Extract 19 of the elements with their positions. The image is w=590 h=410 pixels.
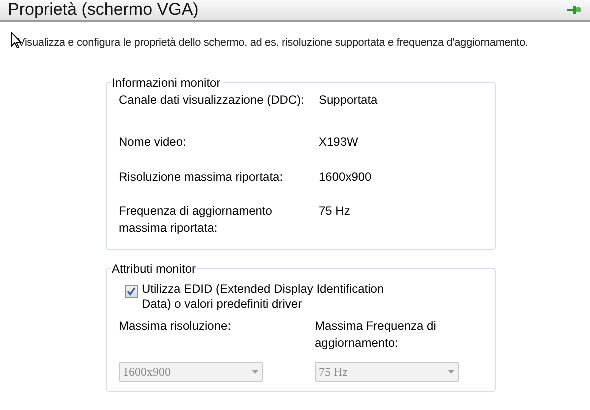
field-value: X193W (319, 134, 358, 150)
pin-icon[interactable] (566, 4, 582, 16)
caret-icon (252, 370, 259, 374)
field-label: Frequenza di aggiornamento massima riportata: (119, 202, 274, 236)
caret-icon (448, 370, 455, 374)
checkbox[interactable] (125, 284, 138, 298)
field-label: Risoluzione massima riportata: (119, 168, 284, 186)
field-value: 75 Hz (319, 202, 350, 220)
field-label: Canale dati visualizzazione (DDC): (119, 92, 306, 108)
group-title: Informazioni monitor (111, 74, 222, 92)
description-text: Visualizza e configura le proprietà dello schermo, ad es. risoluzione supportata e frequenza d'aggiornamento. (18, 36, 530, 51)
window-title: Proprietà (schermo VGA) (8, 0, 199, 22)
field-label: Nome video: (119, 134, 188, 150)
group-title: Attributi monitor (111, 260, 198, 278)
field-label: Massima risoluzione: (119, 318, 232, 334)
checkbox-label: Utilizza EDID (Extended Display Identification Data) o valori predefiniti driver (142, 282, 386, 312)
field-value: 1600x900 (319, 168, 372, 186)
field-value: Supportata (319, 92, 378, 108)
field-label: Massima Frequenza di aggiornamento: (315, 318, 438, 352)
